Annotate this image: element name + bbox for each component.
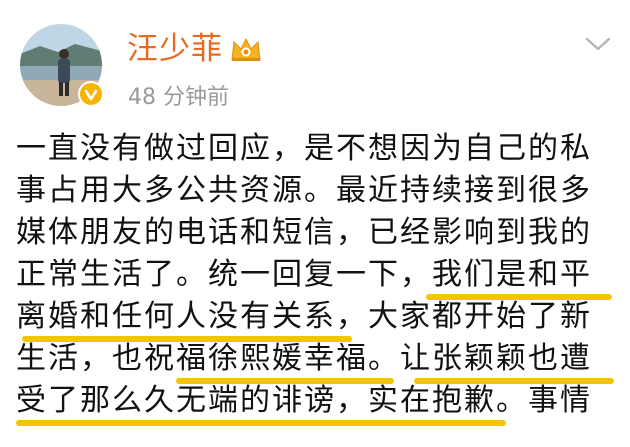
- post-text-line: 媒体朋友的电话和短信，已经影响到我的: [16, 215, 592, 250]
- post-text-line: 一直没有做过回应，是不想因为自己的私: [16, 131, 592, 166]
- post-text-line: 正常生活了。统一回复一下，我们是和平: [16, 257, 592, 292]
- weibo-post: 汪少菲 48 分钟前 一直没有做过回应，是不想因为自己的私 事占用大多公共资源。…: [0, 0, 630, 447]
- chevron-down-icon[interactable]: [584, 34, 612, 54]
- highlight-underline: [16, 420, 506, 426]
- post-text-line: 离婚和任何人没有关系，大家都开始了新: [16, 299, 592, 334]
- crown-member-icon: [229, 34, 263, 64]
- timestamp: 48 分钟前: [128, 85, 229, 110]
- post-text-line: 受了那么久无端的诽谤，实在抱歉。事情: [16, 383, 592, 418]
- post-text-line: 生活，也祝福徐熙媛幸福。让张颖颖也遭: [16, 341, 592, 376]
- post-text-line: 事占用大多公共资源。最近持续接到很多: [16, 173, 592, 208]
- verified-badge-icon: [78, 81, 104, 107]
- username[interactable]: 汪少菲: [127, 29, 223, 69]
